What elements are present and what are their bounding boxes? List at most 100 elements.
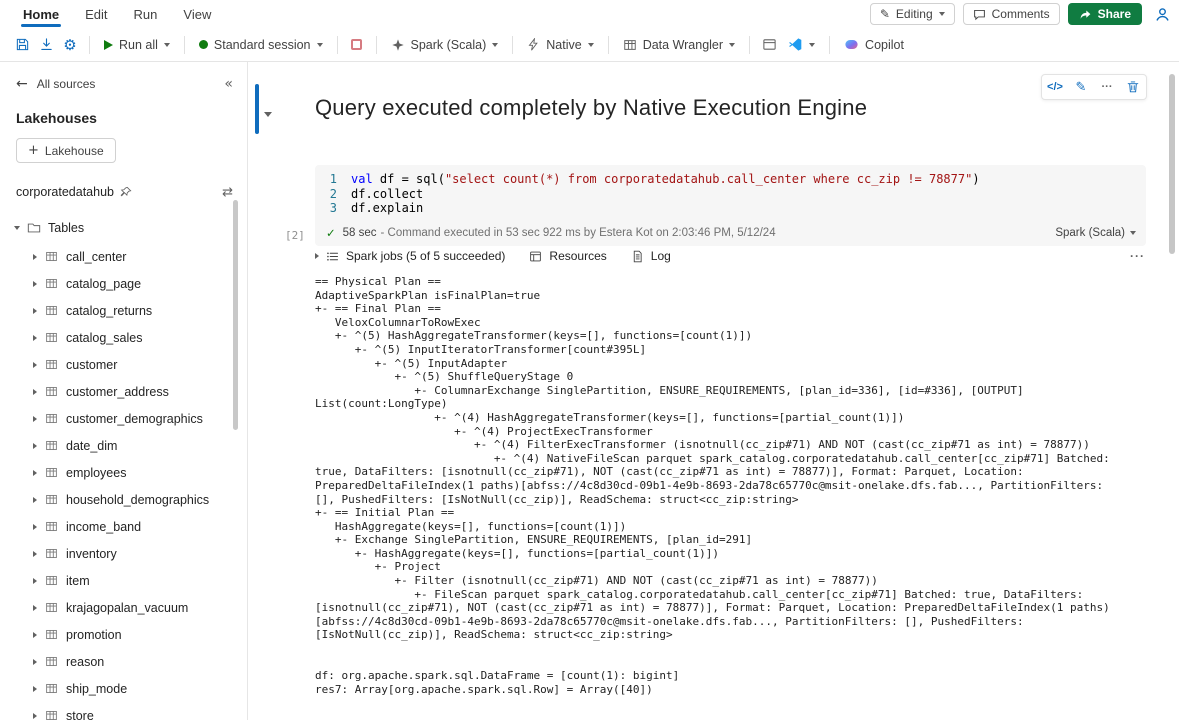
settings-gear-button[interactable]: ⚙ [58,33,82,57]
back-arrow-icon[interactable]: ← [16,76,28,92]
all-sources-link[interactable]: All sources [37,77,96,91]
table-row[interactable]: customer_address [0,378,247,405]
tab-log[interactable]: Log [631,249,671,263]
table-row[interactable]: ship_mode [0,675,247,702]
save-button[interactable] [10,33,34,57]
table-row[interactable]: customer [0,351,247,378]
session-label: Standard session [213,37,311,52]
notebook-language-button[interactable]: Spark (Scala) [384,34,506,56]
sidebar-header: ← All sources « [0,62,247,92]
selected-cell-indicator [255,84,259,134]
cell-status-text: - Command executed in 53 sec 922 ms by E… [380,226,776,239]
data-wrangler-label: Data Wrangler [642,37,724,52]
copilot-label: Copilot [865,37,904,52]
comment-bubble-icon [973,8,986,21]
copilot-button[interactable]: Copilot [837,33,911,56]
chevron-right-icon [33,253,37,260]
edit-cell-button[interactable]: ✎ [1068,75,1094,99]
spark-jobs-toggle[interactable]: Spark jobs (5 of 5 succeeded) [315,249,505,263]
execution-engine-button[interactable]: Native [520,34,600,56]
markdown-cell-title: Query executed completely by Native Exec… [315,95,868,120]
table-row[interactable]: customer_demographics [0,405,247,432]
copilot-icon [844,37,859,52]
code-cell: 1 val df = sql("select count(*) from corp… [315,165,1146,246]
chevron-right-icon [33,415,37,422]
data-wrangler-icon [623,38,637,52]
table-row[interactable]: item [0,567,247,594]
tab-view[interactable]: View [170,0,224,28]
collapse-panel-icon[interactable]: « [224,76,233,92]
table-row[interactable]: store [0,702,247,720]
cell-language-selector[interactable]: Spark (Scala) [1055,227,1136,239]
run-all-button[interactable]: Run all [97,34,177,56]
chevron-right-icon [33,631,37,638]
share-button[interactable]: Share [1067,3,1142,25]
success-check-icon: ✓ [326,225,336,240]
chevron-right-icon [33,658,37,665]
log-label: Log [650,249,671,263]
table-item-label: customer [66,357,118,372]
switch-source-icon[interactable]: ⇄ [222,185,233,200]
open-panel-button[interactable] [757,33,781,57]
chevron-right-icon [33,334,37,341]
table-icon [45,358,58,371]
trash-icon [1127,81,1139,93]
resources-label: Resources [549,249,607,263]
notebook-toolbar: ⚙ Run all Standard session Spark (Scala) [0,28,1179,62]
table-row[interactable]: catalog_page [0,270,247,297]
table-row[interactable]: promotion [0,621,247,648]
toolbar-divider [183,35,185,54]
add-lakehouse-button[interactable]: + Lakehouse [16,138,116,163]
chevron-right-icon [33,280,37,287]
chevron-right-icon [33,604,37,611]
tables-group-toggle[interactable]: Tables [0,215,247,241]
table-row[interactable]: inventory [0,540,247,567]
table-row[interactable]: income_band [0,513,247,540]
code-editor[interactable]: 1 val df = sql("select count(*) from corp… [315,172,1146,216]
chevron-right-icon [33,685,37,692]
session-status-button[interactable]: Standard session [192,34,330,56]
table-row[interactable]: date_dim [0,432,247,459]
sidebar-scrollbar[interactable] [233,200,238,430]
main-scrollbar[interactable] [1169,74,1175,254]
chevron-down-icon [316,42,323,47]
table-row[interactable]: krajagopalan_vacuum [0,594,247,621]
engine-label: Native [546,37,582,52]
native-engine-icon [527,38,540,51]
table-icon [45,439,58,452]
table-row[interactable]: call_center [0,243,247,270]
chevron-right-icon [33,523,37,530]
chevron-right-icon [33,442,37,449]
table-row[interactable]: employees [0,459,247,486]
toolbar-divider [829,35,831,54]
table-icon [45,628,58,641]
comments-button[interactable]: Comments [962,3,1060,25]
tab-edit[interactable]: Edit [72,0,120,28]
pin-icon[interactable] [120,186,132,198]
account-avatar-icon[interactable] [1154,6,1171,23]
table-row[interactable]: catalog_sales [0,324,247,351]
table-row[interactable]: reason [0,648,247,675]
table-row[interactable]: catalog_returns [0,297,247,324]
tab-resources[interactable]: Resources [529,249,607,263]
code-view-button[interactable]: </> [1042,75,1068,99]
table-row[interactable]: household_demographics [0,486,247,513]
editing-mode-button[interactable]: ✎ Editing [869,3,955,25]
tab-home[interactable]: Home [10,0,72,28]
open-in-vscode-button[interactable] [781,33,822,56]
spark-language-icon [391,38,405,52]
more-options-button[interactable]: ··· [1094,75,1120,99]
export-button[interactable] [34,33,58,57]
fabric-notebook-window: Home Edit Run View ✎ Editing Comments Sh… [0,0,1179,720]
lakehouse-item[interactable]: corporatedatahub ⇄ [0,179,247,205]
collapse-cell-button[interactable] [264,104,272,122]
table-icon [45,682,58,695]
stop-session-button[interactable] [345,33,369,57]
delete-cell-button[interactable] [1120,75,1146,99]
tab-run[interactable]: Run [121,0,171,28]
data-wrangler-button[interactable]: Data Wrangler [616,34,742,56]
output-more-button[interactable]: ··· [1130,249,1145,263]
table-item-label: promotion [66,627,122,642]
chevron-down-icon [163,42,170,47]
toolbar-divider [375,35,377,54]
